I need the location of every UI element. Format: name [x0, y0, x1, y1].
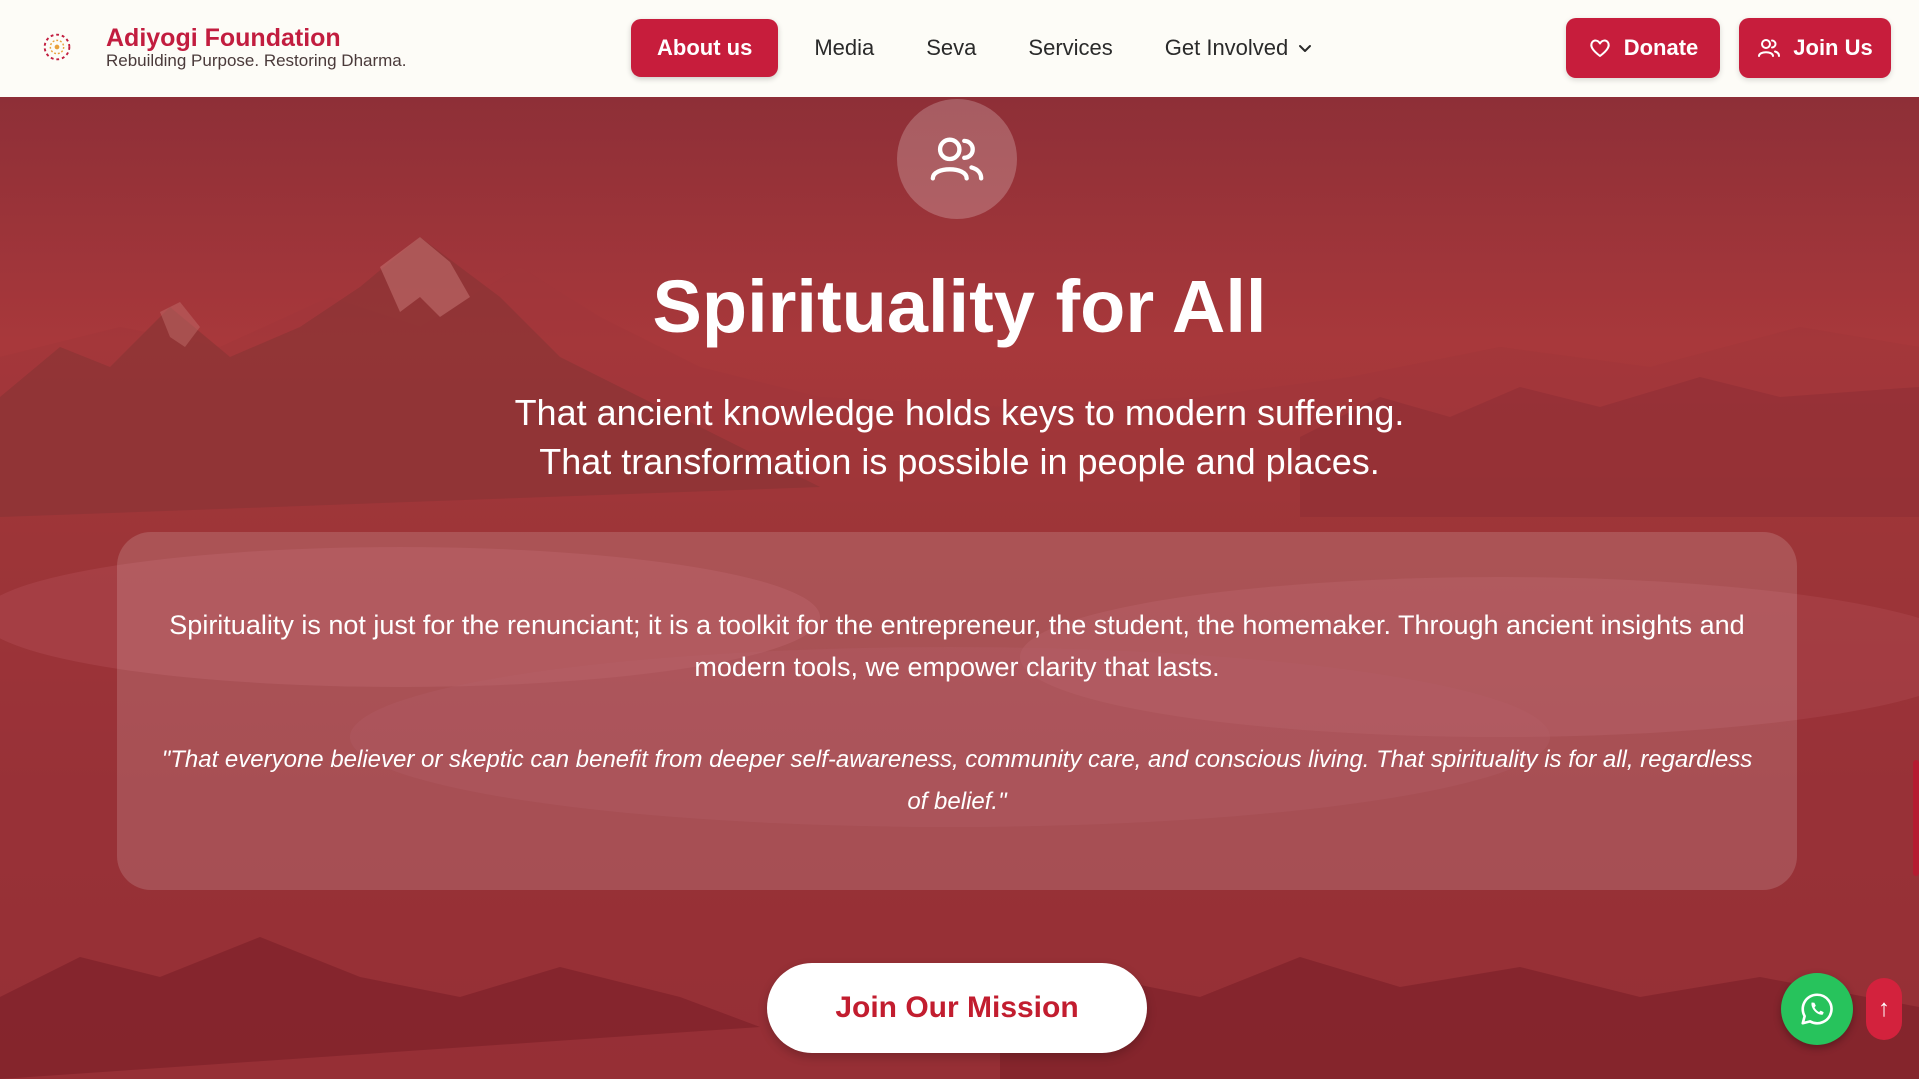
hero-subtitle: That ancient knowledge holds keys to mod… [0, 388, 1919, 486]
whatsapp-button[interactable] [1781, 973, 1853, 1045]
hero-subtitle-line-1: That ancient knowledge holds keys to mod… [514, 392, 1405, 433]
mission-text: Spirituality is not just for the renunci… [169, 610, 1745, 682]
main-nav: About us Media Seva Services Get Involve… [631, 19, 1338, 77]
heart-icon [1590, 39, 1610, 57]
chevron-down-icon [1299, 45, 1312, 52]
mission-quote: "That everyone believer or skeptic can b… [161, 746, 1753, 815]
donate-button[interactable]: Donate [1566, 18, 1720, 78]
hero-subtitle-line-2: That transformation is possible in peopl… [539, 441, 1380, 482]
hero-section: Spirituality for All That ancient knowle… [0, 97, 1919, 1079]
brand[interactable]: Adiyogi Foundation Rebuilding Purpose. R… [38, 24, 407, 70]
nav-item-get-involved[interactable]: Get Involved [1139, 19, 1339, 77]
join-our-mission-button[interactable]: Join Our Mission [767, 963, 1147, 1053]
join-us-button[interactable]: Join Us [1739, 18, 1891, 78]
site-header: Adiyogi Foundation Rebuilding Purpose. R… [0, 0, 1919, 97]
join-us-label: Join Us [1793, 35, 1873, 60]
mission-card: Spirituality is not just for the renunci… [117, 532, 1797, 890]
hero-icon-badge [897, 99, 1017, 219]
nav-item-seva[interactable]: Seva [900, 19, 1002, 77]
donate-label: Donate [1623, 35, 1699, 60]
users-icon [1758, 39, 1781, 57]
brand-name: Adiyogi Foundation [106, 24, 341, 52]
nav-item-get-involved-label: Get Involved [1164, 35, 1289, 60]
nav-item-services[interactable]: Services [1002, 19, 1138, 77]
scrollbar-thumb[interactable] [1913, 760, 1919, 876]
nav-item-about-us[interactable]: About us [631, 19, 779, 77]
scroll-to-top-button[interactable]: ↑ [1866, 978, 1902, 1040]
brand-tagline: Rebuilding Purpose. Restoring Dharma. [106, 51, 407, 70]
whatsapp-icon [1801, 993, 1833, 1025]
hero-title: Spirituality for All [652, 265, 1267, 348]
users-icon [930, 137, 984, 181]
nav-item-media[interactable]: Media [788, 19, 900, 77]
logo-icon [43, 33, 71, 61]
